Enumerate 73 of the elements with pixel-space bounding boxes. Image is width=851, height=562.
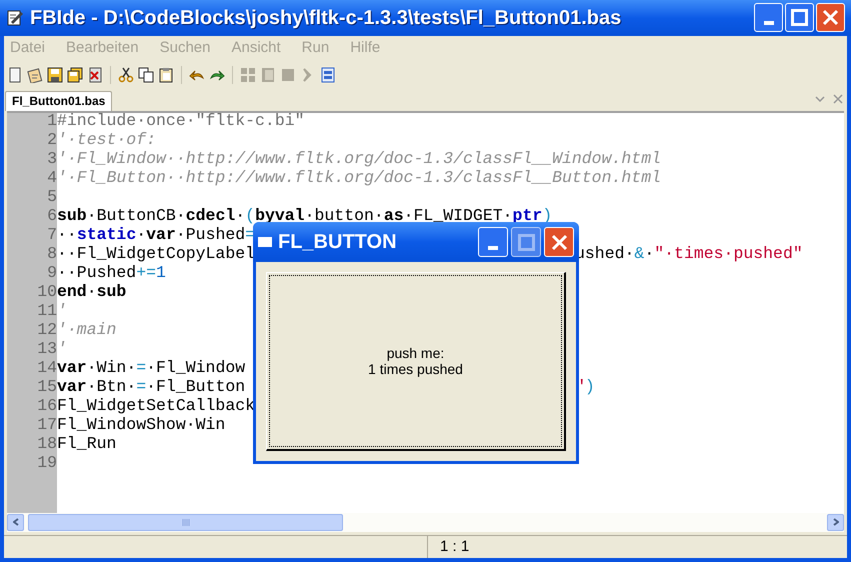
chevron-right-icon bbox=[832, 518, 838, 526]
cursor-position: 1 : 1 bbox=[440, 536, 470, 556]
line-number: 18 bbox=[36, 434, 57, 453]
minimize-icon bbox=[764, 21, 774, 26]
file-tab[interactable]: Fl_Button01.bas bbox=[5, 90, 112, 110]
maximize-icon bbox=[518, 234, 534, 250]
line-number: 12 bbox=[36, 320, 57, 339]
new-file-icon[interactable] bbox=[7, 66, 23, 82]
menu-item[interactable]: Ansicht bbox=[231, 37, 281, 60]
menu-item[interactable]: Suchen bbox=[160, 37, 210, 60]
line-number: 11 bbox=[36, 301, 57, 320]
code-line: Fl_WindowShow·Win bbox=[57, 415, 226, 434]
line-number: 13 bbox=[36, 339, 57, 358]
line-number: 6 bbox=[46, 206, 57, 225]
dialog-title: FL_BUTTON bbox=[278, 230, 397, 255]
line-number: 14 bbox=[36, 358, 57, 377]
code-line: '·Fl_Button··http://www.fltk.org/doc-1.3/classFl__Button.html bbox=[57, 168, 661, 187]
push-button[interactable]: push me: 1 times pushed bbox=[266, 272, 566, 451]
code-line: '·main bbox=[57, 320, 116, 339]
close-file-icon[interactable] bbox=[87, 66, 103, 82]
code-line: '·Fl_Window··http://www.fltk.org/doc-1.3/classFl__Window.html bbox=[57, 149, 661, 168]
close-icon bbox=[550, 234, 568, 250]
line-number: 5 bbox=[46, 187, 57, 206]
maximize-icon bbox=[791, 9, 808, 26]
minimize-icon bbox=[488, 246, 498, 250]
code-line: var·Win·=·Fl_Window bbox=[57, 358, 246, 377]
window-icon bbox=[258, 237, 272, 247]
scrollbar-thumb[interactable] bbox=[28, 514, 343, 530]
code-line: ··Fl_WidgetCopyLabel bbox=[57, 244, 256, 263]
code-line: var·Btn·=·Fl_Button bbox=[57, 377, 246, 396]
menu-item[interactable]: Hilfe bbox=[350, 37, 380, 60]
minimize-button[interactable] bbox=[478, 227, 508, 257]
save-icon[interactable] bbox=[47, 66, 63, 82]
close-button[interactable] bbox=[816, 3, 845, 32]
scroll-right-button[interactable] bbox=[827, 514, 844, 530]
open-file-icon[interactable] bbox=[27, 66, 43, 82]
close-button[interactable] bbox=[544, 227, 574, 257]
window-icon[interactable] bbox=[320, 66, 336, 82]
code-line: ' bbox=[57, 339, 67, 358]
line-number: 10 bbox=[36, 282, 57, 301]
line-number: 1 bbox=[46, 111, 57, 130]
scroll-left-button[interactable] bbox=[7, 514, 24, 530]
maximize-button[interactable] bbox=[785, 3, 814, 32]
code-line: Fl_WidgetSetCallback bbox=[57, 396, 256, 415]
chevron-left-icon bbox=[12, 518, 18, 526]
line-number: 3 bbox=[46, 149, 57, 168]
code-line: Fl_Run bbox=[57, 434, 116, 453]
code-line: #include·once·"fltk-c.bi" bbox=[57, 111, 305, 130]
line-number: 9 bbox=[46, 263, 57, 282]
code-line: ' bbox=[57, 301, 67, 320]
save-all-icon[interactable] bbox=[67, 66, 83, 82]
grip-icon bbox=[182, 518, 190, 526]
line-number: 4 bbox=[46, 168, 57, 187]
scissors-icon[interactable] bbox=[118, 66, 134, 82]
close-icon bbox=[822, 9, 839, 26]
line-number: 2 bbox=[46, 130, 57, 149]
notepad-icon bbox=[6, 8, 24, 27]
code-line: end·sub bbox=[57, 282, 126, 301]
menu-item[interactable]: Bearbeiten bbox=[66, 37, 139, 60]
line-number: 8 bbox=[46, 244, 57, 263]
window-title: FBIde - D:\CodeBlocks\joshy\fltk-c-1.3.3\tests\Fl_Button01.bas bbox=[30, 6, 622, 31]
line-number: 15 bbox=[36, 377, 57, 396]
line-number: 19 bbox=[36, 453, 57, 472]
line-number: 16 bbox=[36, 396, 57, 415]
copy-icon[interactable] bbox=[138, 66, 154, 82]
menu-item[interactable]: Datei bbox=[10, 37, 46, 60]
paste-icon[interactable] bbox=[158, 66, 174, 82]
menu-item[interactable]: Run bbox=[302, 37, 330, 60]
minimize-button[interactable] bbox=[754, 3, 783, 32]
code-line: ··Pushed+=1 bbox=[57, 263, 166, 282]
line-number: 17 bbox=[36, 415, 57, 434]
code-line: '·test·of: bbox=[57, 130, 156, 149]
line-number: 7 bbox=[46, 225, 57, 244]
